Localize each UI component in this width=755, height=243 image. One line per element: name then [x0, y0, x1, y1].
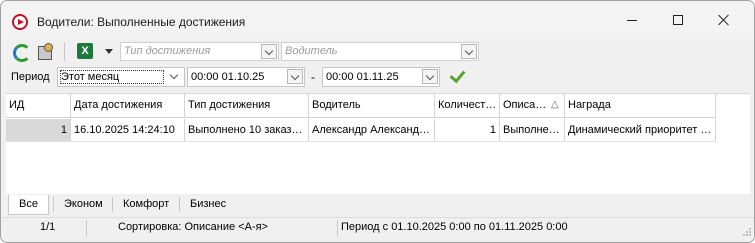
minimize-icon	[627, 19, 637, 21]
cell-quantity[interactable]: 1	[435, 119, 500, 142]
maximize-icon	[673, 15, 683, 25]
status-record-count: 1/1	[40, 221, 56, 233]
sort-ascending-icon: △	[551, 99, 559, 110]
driver-filter[interactable]: Водитель	[281, 42, 479, 61]
settings-icon[interactable]	[36, 42, 54, 60]
tab-business[interactable]: Бизнес	[180, 195, 236, 214]
period-to-picker[interactable]: 00:00 01.11.25	[322, 67, 440, 87]
period-label: Период	[11, 71, 50, 83]
column-header-id[interactable]: ИД	[6, 94, 71, 118]
chevron-down-icon[interactable]	[461, 44, 477, 59]
cell-description[interactable]: Выполне…	[500, 119, 565, 142]
status-bar: 1/1 Сортировка: Описание <А-я> Период с …	[2, 217, 754, 239]
minimize-button[interactable]	[609, 1, 655, 39]
app-icon	[12, 14, 28, 30]
status-sort: Сортировка: Описание <А-я>	[118, 221, 268, 233]
period-separator: -	[311, 70, 315, 84]
achievement-type-placeholder: Тип достижения	[124, 45, 211, 57]
column-header-date[interactable]: Дата достижения	[71, 94, 185, 118]
export-dropdown-icon[interactable]	[105, 49, 113, 54]
window-title: Водители: Выполненные достижения	[37, 15, 246, 29]
chevron-down-icon[interactable]	[422, 69, 438, 84]
chevron-down-icon[interactable]	[287, 69, 303, 84]
driver-placeholder: Водитель	[285, 45, 338, 57]
app-window: Водители: Выполненные достижения Тип дос…	[0, 0, 755, 243]
cell-type[interactable]: Выполнено 10 заказо…	[185, 119, 309, 142]
column-header-reward[interactable]: Награда	[565, 94, 716, 118]
period-preset-value: Этот месяц	[61, 71, 120, 83]
achievement-type-filter[interactable]: Тип достижения	[120, 42, 279, 61]
tab-all[interactable]: Все	[8, 195, 49, 215]
grid-header: ИД Дата достижения Тип достижения Водите…	[6, 94, 750, 119]
column-header-description[interactable]: Описа… △	[500, 94, 565, 118]
period-toolbar: Период Этот месяц 00:00 01.10.25 - 00:00…	[2, 65, 754, 89]
column-header-quantity[interactable]: Количест…	[435, 94, 500, 118]
chevron-down-icon[interactable]	[167, 69, 183, 84]
toolbar-separator	[64, 42, 65, 61]
maximize-button[interactable]	[655, 1, 701, 39]
period-to-value: 00:00 01.11.25	[326, 71, 399, 83]
cell-driver[interactable]: Александр Александ…	[309, 119, 435, 142]
period-from-value: 00:00 01.10.25	[191, 71, 265, 83]
achievements-grid: ИД Дата достижения Тип достижения Водите…	[6, 93, 750, 194]
column-header-driver[interactable]: Водитель	[309, 94, 435, 118]
period-from-picker[interactable]: 00:00 01.10.25	[187, 67, 305, 87]
excel-export-icon[interactable]	[76, 42, 94, 60]
tab-economy[interactable]: Эконом	[54, 195, 113, 214]
chevron-down-icon[interactable]	[261, 44, 277, 59]
cell-date[interactable]: 16.10.2025 14:24:10	[71, 119, 185, 142]
refresh-icon[interactable]	[11, 42, 31, 62]
category-tabs: Все Эконом Комфорт Бизнес	[6, 195, 750, 215]
column-header-description-label: Описа…	[503, 99, 547, 111]
status-period: Период с 01.10.2025 0:00 по 01.11.2025 0…	[341, 221, 568, 233]
cell-id[interactable]: 1	[6, 119, 71, 142]
main-toolbar: Тип достижения Водитель	[2, 39, 754, 65]
period-preset-select[interactable]: Этот месяц	[57, 67, 185, 87]
status-separator	[337, 220, 338, 237]
table-row[interactable]: 1 16.10.2025 14:24:10 Выполнено 10 заказ…	[6, 119, 750, 142]
close-icon	[718, 14, 730, 26]
status-separator	[86, 220, 87, 237]
tab-comfort[interactable]: Комфорт	[113, 195, 179, 214]
apply-checkmark-icon[interactable]	[450, 70, 466, 82]
title-bar: Водители: Выполненные достижения	[1, 1, 754, 39]
column-header-type[interactable]: Тип достижения	[185, 94, 309, 118]
cell-reward[interactable]: Динамический приоритет …	[565, 119, 716, 142]
close-button[interactable]	[701, 1, 747, 39]
resize-grip-icon[interactable]	[742, 227, 752, 237]
